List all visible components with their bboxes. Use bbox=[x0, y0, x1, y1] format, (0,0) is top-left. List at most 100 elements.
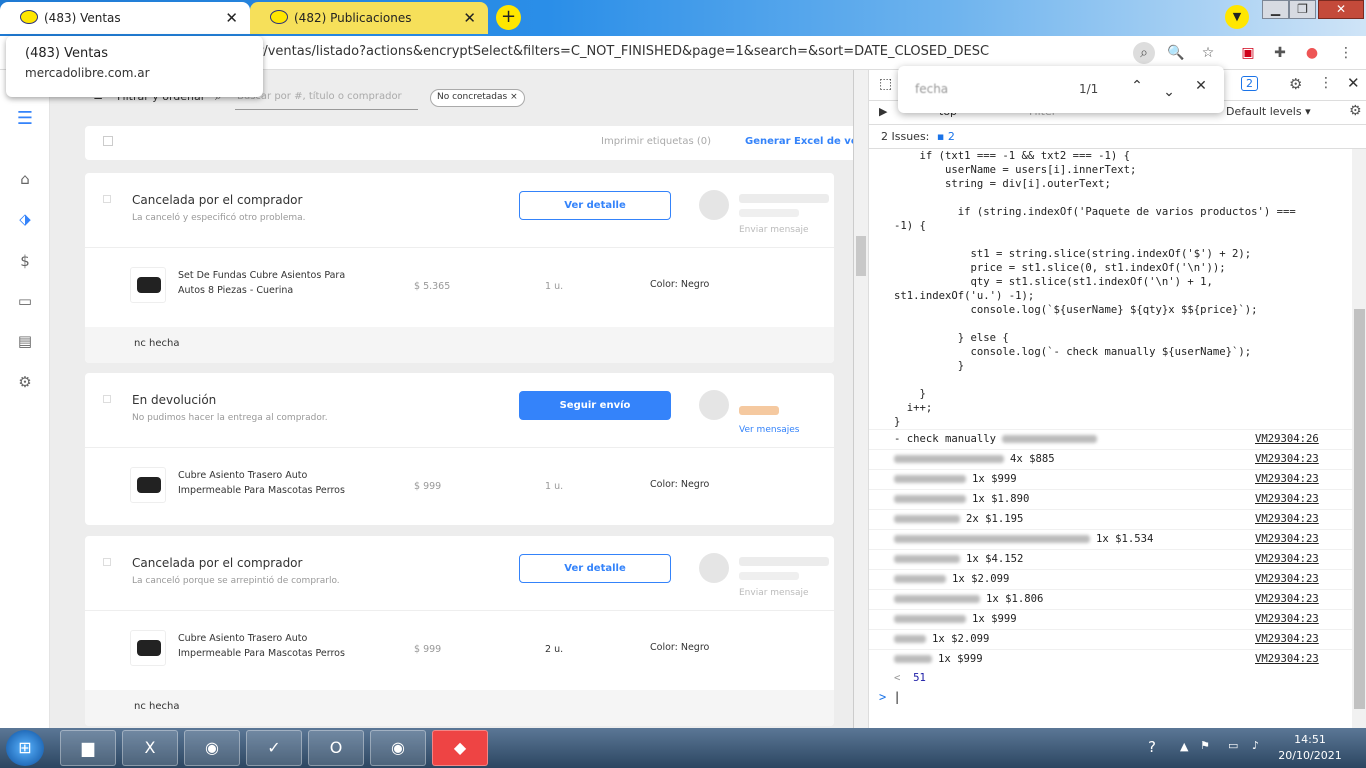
log-source-link[interactable]: VM29304:23 bbox=[1255, 450, 1319, 469]
devtools-close-icon[interactable]: ✕ bbox=[1347, 74, 1360, 92]
order-checkbox[interactable] bbox=[103, 195, 111, 203]
track-shipment-button[interactable]: Seguir envío bbox=[519, 391, 671, 420]
log-source-link[interactable]: VM29304:23 bbox=[1255, 550, 1319, 569]
tab-ventas[interactable]: (483) Ventas ✕ bbox=[0, 2, 250, 34]
profile-icon[interactable]: ▼ bbox=[1225, 5, 1249, 29]
find-input[interactable]: fecha bbox=[915, 82, 948, 96]
close-tab-icon[interactable]: ✕ bbox=[225, 9, 238, 27]
find-next-icon[interactable]: ⌃ bbox=[1159, 78, 1179, 98]
browser-menu-icon[interactable]: ⋮ bbox=[1335, 42, 1357, 64]
product-title[interactable]: Cubre Asiento Trasero Auto Impermeable P… bbox=[178, 468, 368, 498]
find-close-icon[interactable]: ✕ bbox=[1191, 78, 1211, 98]
filter-chip[interactable]: No concretadas × bbox=[430, 89, 525, 107]
flag-icon[interactable]: ⚑ bbox=[1200, 739, 1210, 752]
help-icon[interactable]: ? bbox=[1148, 738, 1156, 756]
hamburger-menu-icon[interactable]: ☰ bbox=[15, 108, 35, 129]
order-checkbox[interactable] bbox=[103, 558, 111, 566]
scroll-thumb[interactable] bbox=[856, 236, 866, 276]
devtools-settings-icon[interactable]: ⚙ bbox=[1289, 75, 1302, 93]
network-icon[interactable]: ▭ bbox=[1228, 739, 1238, 752]
zoom-icon[interactable]: 🔍 bbox=[1165, 42, 1187, 64]
issues-badge[interactable]: 2 bbox=[1241, 76, 1258, 91]
page-scrollbar[interactable] bbox=[854, 70, 869, 728]
console-log-row: 1x $999 VM29304:23 bbox=[869, 649, 1352, 669]
file-explorer-icon[interactable]: ▆ bbox=[60, 730, 116, 766]
billing-receipt-icon[interactable]: ▤ bbox=[15, 332, 35, 352]
app-check-icon[interactable]: ✓ bbox=[246, 730, 302, 766]
inspect-element-icon[interactable]: ⬚ bbox=[879, 76, 892, 92]
pdf-extension-icon[interactable]: ▣ bbox=[1237, 42, 1259, 64]
generate-excel-button[interactable]: Generar Excel de ven bbox=[745, 136, 853, 147]
console-scroll-thumb[interactable] bbox=[1354, 309, 1365, 709]
chrome-icon[interactable]: ◉ bbox=[370, 730, 426, 766]
log-source-link[interactable]: VM29304:23 bbox=[1255, 610, 1319, 629]
maximize-button[interactable]: ❐ bbox=[1289, 0, 1316, 19]
devtools-menu-icon[interactable]: ⋮ bbox=[1319, 75, 1333, 91]
log-source-link[interactable]: VM29304:23 bbox=[1255, 470, 1319, 489]
log-source-link[interactable]: VM29304:23 bbox=[1255, 510, 1319, 529]
clock-time: 14:51 bbox=[1294, 733, 1326, 746]
chrome-icon[interactable]: ◉ bbox=[184, 730, 240, 766]
anydesk-icon[interactable]: ◆ bbox=[432, 730, 488, 766]
view-messages-link[interactable]: Ver mensajes bbox=[739, 425, 800, 435]
close-window-button[interactable]: ✕ bbox=[1318, 0, 1364, 19]
volume-icon[interactable]: ♪ bbox=[1252, 739, 1259, 752]
order-note[interactable]: nc hecha bbox=[85, 327, 834, 363]
console-log-row: 4x $885 VM29304:23 bbox=[869, 449, 1352, 469]
send-message-link[interactable]: Enviar mensaje bbox=[739, 588, 809, 598]
issues-bar[interactable]: 2 Issues: ▪ 2 bbox=[869, 125, 1366, 149]
log-source-link[interactable]: VM29304:23 bbox=[1255, 630, 1319, 649]
console-prompt-input[interactable]: > | bbox=[869, 687, 1352, 707]
ads-screen-icon[interactable]: ▭ bbox=[15, 292, 35, 312]
view-detail-button[interactable]: Ver detalle bbox=[519, 191, 671, 220]
tag-icon[interactable]: ⬗ bbox=[15, 210, 35, 230]
shopping-bag-icon[interactable]: ⌂ bbox=[15, 170, 35, 190]
money-icon[interactable]: $ bbox=[15, 252, 35, 272]
find-previous-icon[interactable]: ⌃ bbox=[1127, 78, 1147, 98]
console-settings-icon[interactable]: ⚙ bbox=[1349, 103, 1362, 119]
log-source-link[interactable]: VM29304:23 bbox=[1255, 570, 1319, 589]
print-labels-button[interactable]: Imprimir etiquetas (0) bbox=[601, 136, 711, 147]
log-source-link[interactable]: VM29304:26 bbox=[1255, 430, 1319, 449]
log-value: 1x $1.890 bbox=[972, 493, 1030, 505]
select-all-checkbox[interactable] bbox=[103, 136, 113, 146]
issues-count-badge[interactable]: ▪ 2 bbox=[937, 130, 955, 143]
console-scrollbar[interactable] bbox=[1352, 149, 1366, 728]
product-price: $ 5.365 bbox=[414, 281, 451, 292]
sidebar-toggle-icon[interactable]: ▶ bbox=[879, 105, 887, 118]
console-log-row: 1x $1.890 VM29304:23 bbox=[869, 489, 1352, 509]
product-title[interactable]: Cubre Asiento Trasero Auto Impermeable P… bbox=[178, 631, 368, 661]
view-detail-button[interactable]: Ver detalle bbox=[519, 554, 671, 583]
extensions-puzzle-icon[interactable]: ✚ bbox=[1269, 42, 1291, 64]
chip-label: No concretadas bbox=[437, 92, 508, 102]
divider bbox=[85, 247, 834, 248]
order-note[interactable]: nc hecha bbox=[85, 690, 834, 726]
log-value: 1x $1.534 bbox=[1096, 533, 1154, 545]
clock[interactable]: 14:51 20/10/2021 bbox=[1278, 732, 1342, 764]
log-source-link[interactable]: VM29304:23 bbox=[1255, 650, 1319, 669]
order-checkbox[interactable] bbox=[103, 395, 111, 403]
log-levels-dropdown[interactable]: Default levels ▾ bbox=[1226, 105, 1311, 118]
minimize-button[interactable]: ▁ bbox=[1262, 0, 1289, 19]
tray-arrow-icon[interactable]: ▲ bbox=[1180, 740, 1188, 753]
close-tab-icon[interactable]: ✕ bbox=[463, 9, 476, 27]
new-tab-button[interactable]: + bbox=[496, 5, 521, 30]
find-in-page-icon[interactable]: ⌕ bbox=[1133, 42, 1155, 64]
log-source-link[interactable]: VM29304:23 bbox=[1255, 530, 1319, 549]
product-title[interactable]: Set De Fundas Cubre Asientos Para Autos … bbox=[178, 268, 368, 298]
find-in-page-bar: fecha 1/1 ⌃ ⌃ ✕ bbox=[898, 66, 1224, 113]
log-value: 1x $999 bbox=[972, 613, 1017, 625]
excel-icon[interactable]: X bbox=[122, 730, 178, 766]
send-message-link[interactable]: Enviar mensaje bbox=[739, 225, 809, 235]
order-card: En devolución No pudimos hacer la entreg… bbox=[85, 373, 834, 525]
tab-publicaciones[interactable]: (482) Publicaciones ✕ bbox=[250, 2, 488, 34]
log-source-link[interactable]: VM29304:23 bbox=[1255, 490, 1319, 509]
account-avatar-icon[interactable]: ● bbox=[1301, 42, 1323, 64]
log-source-link[interactable]: VM29304:23 bbox=[1255, 590, 1319, 609]
outlook-icon[interactable]: O bbox=[308, 730, 364, 766]
url-text[interactable]: r/ventas/listado?actions&encryptSelect&f… bbox=[258, 44, 989, 59]
settings-gear-icon[interactable]: ⚙ bbox=[15, 373, 35, 393]
bookmark-star-icon[interactable]: ☆ bbox=[1197, 42, 1219, 64]
chip-close-icon[interactable]: × bbox=[510, 92, 518, 102]
start-button[interactable]: ⊞ bbox=[6, 730, 44, 766]
